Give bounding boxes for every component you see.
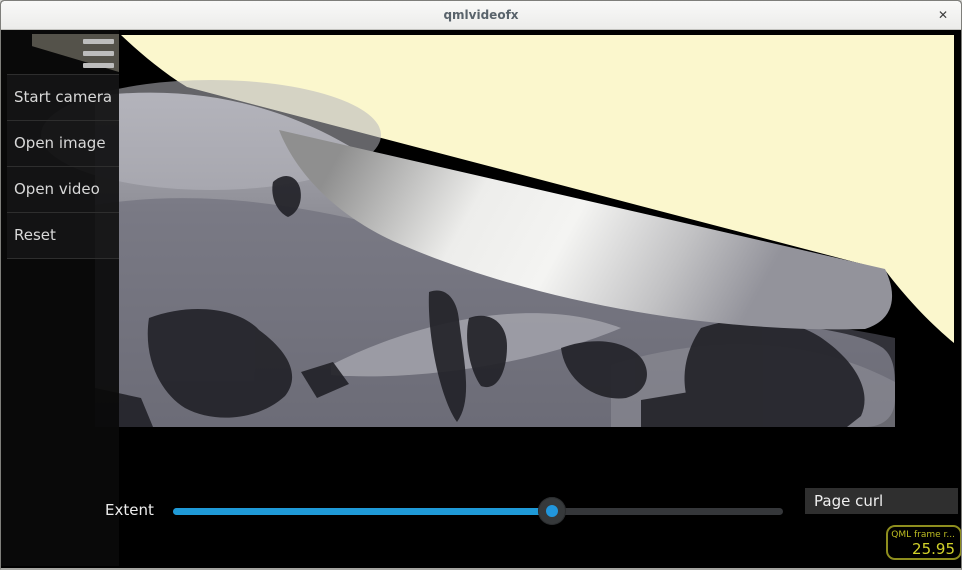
- slider-fill: [173, 508, 545, 515]
- menu-item-start-camera[interactable]: Start camera: [7, 74, 119, 120]
- sidebar-menu: Start camera Open image Open video Reset: [7, 74, 119, 259]
- menu-toggle-button[interactable]: [83, 39, 114, 75]
- slider-track[interactable]: [173, 508, 783, 515]
- hamburger-icon: [83, 63, 114, 68]
- menu-item-open-image[interactable]: Open image: [7, 120, 119, 166]
- hamburger-icon: [83, 39, 114, 44]
- fps-readout: QML frame r... 25.95: [886, 525, 961, 560]
- menu-item-open-video[interactable]: Open video: [7, 166, 119, 212]
- window-title: qmlvideofx: [1, 1, 961, 29]
- slider-handle[interactable]: [538, 497, 566, 525]
- hamburger-icon: [83, 51, 114, 56]
- slider-handle-dot: [546, 505, 558, 517]
- fps-value: 25.95: [888, 540, 955, 558]
- sidebar: Start camera Open image Open video Reset: [1, 30, 119, 566]
- app-window: qmlvideofx ✕: [0, 0, 962, 570]
- close-button[interactable]: ✕: [935, 1, 951, 29]
- extent-slider[interactable]: [173, 494, 813, 528]
- content-area: Start camera Open image Open video Reset…: [1, 30, 961, 569]
- title-bar: qmlvideofx ✕: [1, 1, 961, 30]
- slider-label: Extent: [105, 501, 154, 519]
- effect-select-button[interactable]: Page curl: [805, 488, 958, 514]
- menu-item-reset[interactable]: Reset: [7, 212, 119, 259]
- fps-label: QML frame r...: [888, 530, 955, 540]
